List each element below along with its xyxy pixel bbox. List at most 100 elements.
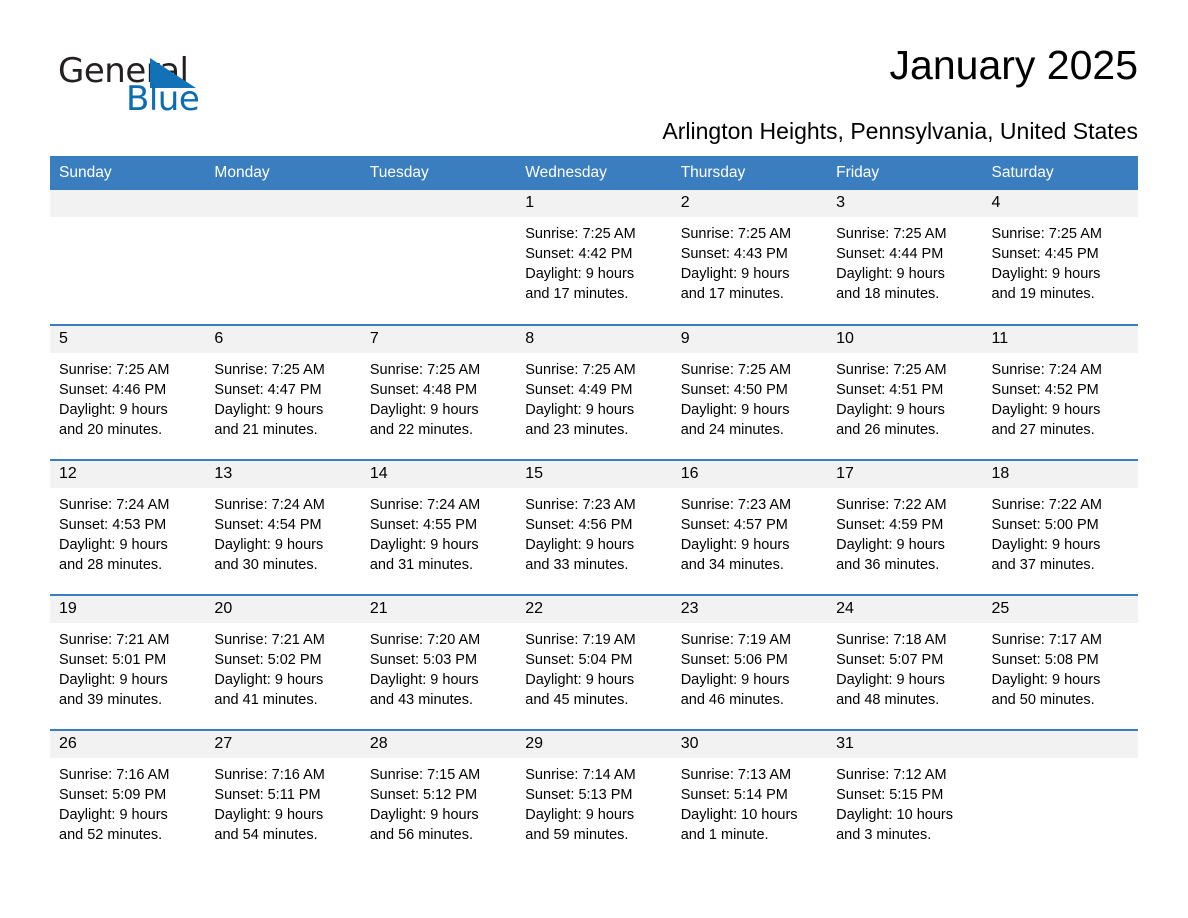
calendar-day-cell[interactable]: 7 Sunrise: 7:25 AM Sunset: 4:48 PM Daylight… [360,324,517,460]
calendar-day-cell[interactable]: 19 Sunrise: 7:21 AM Sunset: 5:01 PM Dayligh… [50,594,206,730]
page-title: January 2025 [889,42,1138,88]
calendar-day-cell[interactable]: 4 Sunrise: 7:25 AM Sunset: 4:45 PM Daylight… [982,190,1138,325]
day-number: 6 [205,326,361,353]
day-detail-line: Daylight: 9 hours [214,807,324,823]
day-detail-line: Daylight: 9 hours [836,402,945,418]
day-detail-line: and 41 minutes. [214,692,318,708]
calendar-day-cell[interactable]: 13 Sunrise: 7:24 AM Sunset: 4:54 PM Dayligh… [205,459,361,595]
calendar-day-cell[interactable]: 9 Sunrise: 7:25 AM Sunset: 4:50 PM Daylight… [671,324,828,460]
day-number: 5 [50,326,206,353]
day-details [983,758,1138,765]
calendar-day-cell[interactable]: 16 Sunrise: 7:23 AM Sunset: 4:57 PM Dayligh… [671,459,828,595]
calendar-day-cell[interactable]: 29 Sunrise: 7:14 AM Sunset: 5:13 PM Dayligh… [516,729,672,865]
day-number [360,190,517,217]
calendar-day-cell[interactable]: 27 Sunrise: 7:16 AM Sunset: 5:11 PM Dayligh… [205,729,361,865]
day-number: 31 [827,731,983,758]
calendar-day-cell[interactable]: 21 Sunrise: 7:20 AM Sunset: 5:03 PM Dayligh… [360,594,517,730]
day-detail-line: Sunrise: 7:25 AM [214,362,325,378]
calendar-day-cell[interactable]: 22 Sunrise: 7:19 AM Sunset: 5:04 PM Dayligh… [516,594,672,730]
calendar-day-cell[interactable]: 30 Sunrise: 7:13 AM Sunset: 5:14 PM Dayligh… [671,729,828,865]
day-detail-line: Sunrise: 7:19 AM [680,632,792,648]
day-number: 3 [827,190,983,217]
day-detail-line: Daylight: 9 hours [836,672,945,688]
day-number: 25 [982,596,1138,623]
calendar-day-cell[interactable]: 26 Sunrise: 7:16 AM Sunset: 5:09 PM Dayligh… [50,729,206,865]
day-detail-line: Sunset: 4:56 PM [525,517,633,533]
day-detail-line: and 17 minutes. [680,286,784,302]
day-detail-line: Sunrise: 7:25 AM [525,226,636,242]
day-detail-line: Sunrise: 7:25 AM [680,362,792,378]
day-detail-line: Daylight: 9 hours [525,266,635,282]
title-block: January 2025 [890,42,1138,87]
calendar-day-cell[interactable]: 12 Sunrise: 7:24 AM Sunset: 4:53 PM Dayligh… [50,459,206,595]
day-detail-line: Sunset: 4:48 PM [369,382,478,398]
calendar-day-cell[interactable]: 8 Sunrise: 7:25 AM Sunset: 4:49 PM Daylight… [516,324,672,460]
day-details: Sunrise: 7:24 AM Sunset: 4:55 PM Daylight:… [361,488,516,575]
day-details: Sunrise: 7:25 AM Sunset: 4:45 PM Daylight:… [983,217,1138,304]
calendar-day-cell[interactable]: 28 Sunrise: 7:15 AM Sunset: 5:12 PM Dayligh… [360,729,517,865]
day-detail-line: Sunset: 4:57 PM [680,517,788,533]
calendar-day-cell[interactable]: 14 Sunrise: 7:24 AM Sunset: 4:55 PM Dayligh… [360,459,517,595]
day-detail-line: Sunset: 5:15 PM [836,787,944,803]
calendar-day-cell[interactable]: 10 Sunrise: 7:25 AM Sunset: 4:51 PM Dayligh… [827,324,983,460]
calendar-week-row: 12 Sunrise: 7:24 AM Sunset: 4:53 PM Dayligh… [50,459,1138,595]
day-details: Sunrise: 7:12 AM Sunset: 5:15 PM Daylight:… [827,758,982,845]
calendar-day-cell[interactable]: 31 Sunrise: 7:12 AM Sunset: 5:15 PM Dayligh… [827,729,983,865]
day-detail-line: and 23 minutes. [525,422,629,438]
calendar-day-cell[interactable]: 6 Sunrise: 7:25 AM Sunset: 4:47 PM Daylight… [205,324,361,460]
day-detail-line: and 48 minutes. [836,692,940,708]
day-number: 8 [516,326,672,353]
calendar-day-cell[interactable]: 17 Sunrise: 7:22 AM Sunset: 4:59 PM Dayligh… [827,459,983,595]
day-detail-line: Sunrise: 7:25 AM [525,362,636,378]
day-detail-line: Sunrise: 7:17 AM [991,632,1102,648]
day-detail-line: and 22 minutes. [369,422,474,438]
day-details: Sunrise: 7:18 AM Sunset: 5:07 PM Daylight:… [827,623,982,710]
day-detail-line: Sunrise: 7:16 AM [59,767,170,783]
day-detail-line: Daylight: 9 hours [59,537,168,553]
calendar-day-cell[interactable]: 18 Sunrise: 7:22 AM Sunset: 5:00 PM Dayligh… [982,459,1138,595]
day-number: 4 [982,190,1138,217]
day-detail-line: Sunset: 5:13 PM [525,787,633,803]
calendar-day-cell[interactable]: 20 Sunrise: 7:21 AM Sunset: 5:02 PM Dayligh… [205,594,361,730]
calendar-day-cell[interactable]: 24 Sunrise: 7:18 AM Sunset: 5:07 PM Dayligh… [827,594,983,730]
day-detail-line: and 50 minutes. [991,692,1095,708]
day-detail-line: Daylight: 10 hours [836,807,953,823]
calendar-day-cell[interactable]: 15 Sunrise: 7:23 AM Sunset: 4:56 PM Dayligh… [516,459,672,595]
day-detail-line: and 24 minutes. [680,422,784,438]
calendar-day-cell[interactable]: 23 Sunrise: 7:19 AM Sunset: 5:06 PM Dayligh… [671,594,828,730]
day-number: 16 [671,461,828,488]
calendar-day-cell[interactable]: 3 Sunrise: 7:25 AM Sunset: 4:44 PM Daylight… [827,190,983,325]
calendar-head: Sunday Monday Tuesday Wednesday Thursday Frid… [50,156,1138,190]
day-detail-line: Sunset: 5:11 PM [214,787,321,803]
day-detail-line: and 18 minutes. [836,286,940,302]
day-detail-line: Daylight: 9 hours [369,402,479,418]
day-detail-line: Sunset: 4:53 PM [59,517,167,533]
calendar-day-cell[interactable]: 25 Sunrise: 7:17 AM Sunset: 5:08 PM Dayligh… [982,594,1138,730]
day-detail-line: and 20 minutes. [59,422,163,438]
calendar-day-cell[interactable]: 5 Sunrise: 7:25 AM Sunset: 4:46 PM Daylight… [50,324,206,460]
calendar-day-cell[interactable]: 1 Sunrise: 7:25 AM Sunset: 4:42 PM Daylight… [516,190,672,325]
calendar-week-row: 26 Sunrise: 7:16 AM Sunset: 5:09 PM Dayligh… [50,729,1138,865]
day-detail-line: Daylight: 9 hours [214,402,324,418]
day-detail-line: Daylight: 9 hours [991,672,1101,688]
generalblue-logo[interactable]: General Blue [50,42,230,116]
day-details: Sunrise: 7:24 AM Sunset: 4:52 PM Daylight:… [983,353,1138,440]
calendar-day-cell[interactable]: 11 Sunrise: 7:24 AM Sunset: 4:52 PM Dayligh… [982,324,1138,460]
day-detail-line: and 33 minutes. [525,557,629,573]
day-detail-line: Sunrise: 7:16 AM [214,767,325,783]
day-detail-line: Daylight: 9 hours [59,402,168,418]
day-detail-line: Daylight: 9 hours [525,672,635,688]
day-number: 7 [360,326,517,353]
day-number: 14 [360,461,517,488]
day-detail-line: and 54 minutes. [214,827,318,843]
day-number: 26 [50,731,206,758]
calendar-day-cell[interactable]: 2 Sunrise: 7:25 AM Sunset: 4:43 PM Daylight… [671,190,828,325]
day-detail-line: Sunset: 4:47 PM [214,382,322,398]
calendar-week-row: 19 Sunrise: 7:21 AM Sunset: 5:01 PM Dayligh… [50,594,1138,730]
day-detail-line: Sunset: 5:08 PM [991,652,1099,668]
day-details: Sunrise: 7:19 AM Sunset: 5:06 PM Daylight:… [672,623,827,710]
day-detail-line: and 37 minutes. [991,557,1095,573]
day-detail-line: Sunset: 4:55 PM [369,517,478,533]
weekday-header-wednesday: Wednesday [516,156,672,190]
day-number: 17 [827,461,983,488]
